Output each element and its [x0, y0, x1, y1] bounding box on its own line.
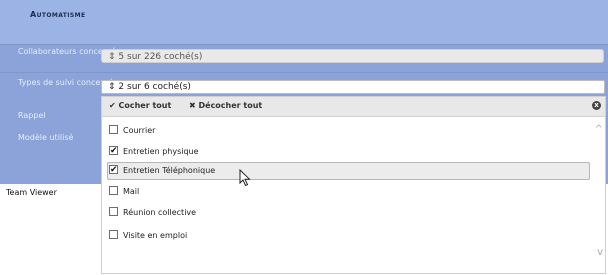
check-all-button[interactable]: ✔ Cocher tout: [109, 101, 171, 111]
list-item-highlighted[interactable]: ✔ Entretien Téléphonique: [107, 162, 590, 180]
item-label: Visite en emploi: [123, 231, 188, 240]
team-viewer-label: Team Viewer: [6, 188, 57, 197]
section-title: Automatisme: [30, 10, 86, 19]
scroll-up-icon[interactable]: ^: [595, 124, 603, 135]
item-label: Mail: [123, 187, 140, 196]
item-label: Entretien Téléphonique: [123, 166, 216, 175]
cross-icon: ✖: [189, 101, 196, 110]
dropdown-header: ✔ Cocher tout ✖ Décocher tout x: [102, 97, 605, 117]
check-icon: ✔: [109, 101, 116, 110]
rappel-label: Rappel: [18, 111, 46, 120]
mouse-cursor-icon: [239, 169, 251, 187]
modele-label: Modèle utilisé: [18, 133, 74, 142]
item-label: Entretien physique: [123, 147, 199, 156]
collab-select[interactable]: ⇕ 5 sur 226 coché(s): [101, 49, 604, 63]
uncheck-all-label: Décocher tout: [198, 101, 263, 110]
row-divider: [0, 72, 608, 73]
suivi-value: 2 sur 6 coché(s): [118, 82, 191, 92]
checkbox[interactable]: ✔: [109, 165, 118, 175]
checkbox[interactable]: ✔: [109, 146, 118, 156]
suivi-select[interactable]: ⇕ 2 sur 6 coché(s): [101, 80, 605, 94]
select-arrows-icon: ⇕: [108, 82, 116, 92]
suivi-dropdown: ✔ Cocher tout ✖ Décocher tout x Courrier…: [101, 96, 606, 274]
collab-value: 5 sur 226 coché(s): [118, 52, 203, 62]
check-all-label: Cocher tout: [118, 101, 172, 110]
item-label: Courrier: [123, 126, 156, 135]
list-item[interactable]: Visite en emploi: [107, 227, 590, 245]
select-arrows-icon: ⇕: [108, 52, 116, 62]
checkbox[interactable]: [109, 125, 118, 134]
scroll-down-icon[interactable]: v: [597, 247, 603, 258]
checkbox[interactable]: [109, 230, 118, 239]
checkbox[interactable]: [109, 207, 118, 216]
list-item[interactable]: ✔ Entretien physique: [107, 143, 590, 161]
close-icon[interactable]: x: [592, 101, 601, 110]
list-item[interactable]: Réunion collective: [107, 204, 590, 222]
list-item[interactable]: Mail: [107, 183, 590, 201]
section-header: Automatisme: [0, 0, 608, 44]
checkbox[interactable]: [109, 186, 118, 195]
header-divider: [0, 44, 608, 45]
uncheck-all-button[interactable]: ✖ Décocher tout: [189, 101, 262, 111]
item-label: Réunion collective: [123, 208, 197, 217]
list-item[interactable]: Courrier: [107, 122, 590, 140]
